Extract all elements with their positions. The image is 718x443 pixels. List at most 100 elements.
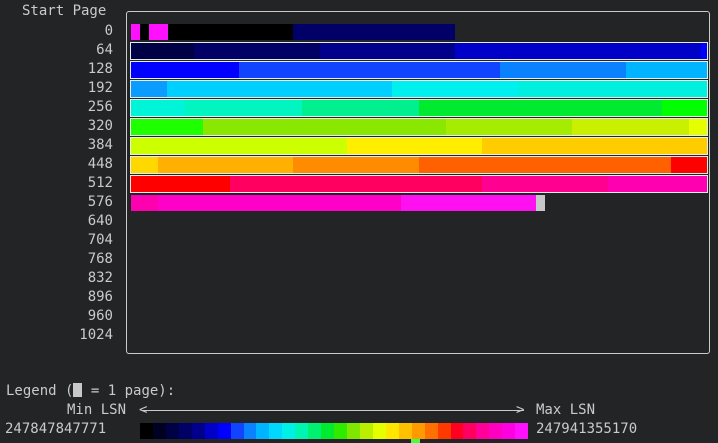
heatmap-segment [167,81,392,97]
gradient-step [217,423,231,439]
heatmap-segment [419,100,662,116]
gradient-step [204,423,218,439]
heatmap-row [130,61,708,79]
heatmap-segment [131,24,140,40]
heatmap-segment [626,62,707,78]
gradient-step [411,423,425,439]
heatmap-segment [131,62,239,78]
heatmap-segment [185,100,302,116]
heatmap-segment [662,100,707,116]
heatmap-segment [131,157,158,173]
heatmap-row [130,175,708,193]
heatmap-segment [500,62,626,78]
row-label: 512 [87,175,113,191]
heatmap-segment [302,100,419,116]
gradient-step [334,423,347,439]
heatmap-segment [518,81,707,97]
row-label: 576 [87,194,113,210]
gradient-step [243,423,257,439]
heatmap-segment [131,100,185,116]
heatmap-segment [131,43,194,59]
heatmap-row [130,42,708,60]
gradient-step [230,423,244,439]
heatmap-row [130,137,708,155]
row-label: 320 [87,118,113,134]
min-lsn-value: 247847847771 [5,421,107,437]
row-label: 960 [87,308,113,324]
start-page-title: Start Page [22,3,107,19]
heatmap-segment [131,119,203,135]
heatmap-segment [230,176,482,192]
heatmap-segment [239,62,500,78]
gradient-step [463,423,477,439]
gradient-step [321,423,335,439]
heatmap-row [131,24,707,40]
gradient-step [515,423,529,439]
heatmap-row [130,118,708,136]
gradient-step [178,423,192,439]
legend-title: Legend ( = 1 page): [6,383,175,400]
gradient-marker [411,439,420,443]
heatmap-segment [482,176,608,192]
gradient-step [502,423,516,439]
heatmap-segment [168,24,293,40]
max-lsn-label: Max LSN [536,402,596,418]
gradient-step [191,423,205,439]
heatmap-segment [131,176,230,192]
heatmap-segment [131,81,167,97]
legend-title-prefix: Legend ( [6,383,74,399]
gradient-step [295,423,309,439]
heatmap-segment [149,24,168,40]
heatmap-segment [608,176,707,192]
legend-title-suffix: = 1 page): [82,383,176,399]
row-label: 384 [87,137,113,153]
heatmap-segment [131,138,347,154]
gradient-step [398,423,412,439]
row-label: 704 [87,232,113,248]
min-lsn-label: Min LSN [67,402,127,418]
gradient-step [308,423,322,439]
heatmap-row [131,195,707,211]
gradient-step [152,423,166,439]
gradient-step [437,423,451,439]
row-label: 896 [87,289,113,305]
heatmap-segment [140,24,149,40]
gradient-step [385,423,399,439]
row-label: 640 [87,213,113,229]
gradient-step [372,423,386,439]
heatmap-row [130,99,708,117]
gradient-step [256,423,270,439]
row-label: 768 [87,251,113,267]
heatmap-segment [401,195,536,211]
heatmap-segment [320,43,455,59]
heatmap-segment [293,157,419,173]
gradient-step [282,423,296,439]
heatmap-row [130,156,708,174]
heatmap-segment [455,43,701,59]
heatmap-segment [689,119,707,135]
heatmap-row [130,80,708,98]
heatmap-segment [572,119,689,135]
gradient-step [424,423,438,439]
max-lsn-value: 247941355170 [536,421,638,437]
row-label: 0 [104,23,113,39]
heatmap-segment [482,138,707,154]
heatmap-segment [347,138,482,154]
heatmap-segment [536,195,545,211]
lsn-gradient-bar [140,423,529,439]
heatmap-segment [194,43,320,59]
gradient-step [489,423,503,439]
row-label: 64 [96,42,113,58]
heatmap-segment [158,157,293,173]
gradient-step [165,423,179,439]
row-label: 128 [87,61,113,77]
row-label: 256 [87,99,113,115]
gradient-step [140,423,153,439]
gradient-step [269,423,283,439]
gradient-step [476,423,490,439]
gradient-step [359,423,373,439]
heatmap-segment [203,119,446,135]
heatmap-segment [446,119,572,135]
heatmap-segment [131,195,158,211]
heatmap-segment [701,43,707,59]
